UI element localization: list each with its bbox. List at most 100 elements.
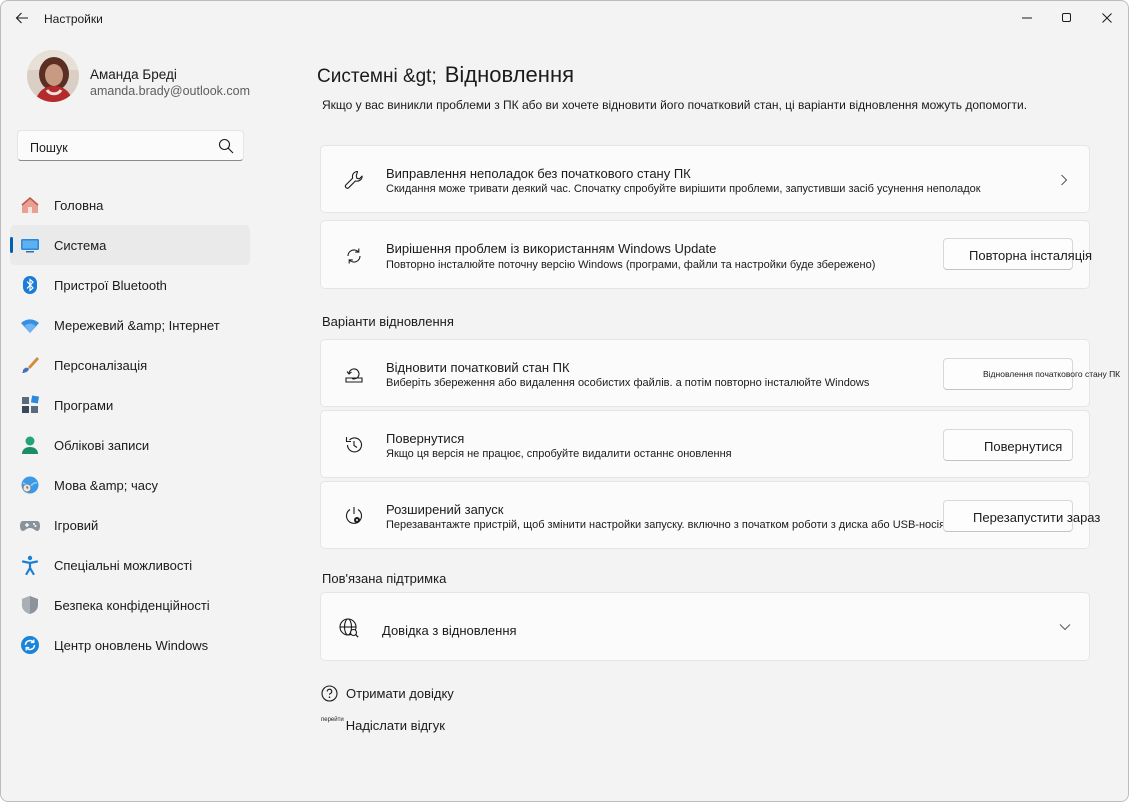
reset-pc-card: Відновити початковий стан ПК Виберіть зб…: [320, 339, 1120, 407]
close-button[interactable]: [1087, 5, 1127, 31]
card-title: Повернутися: [386, 431, 465, 446]
sidebar-item-bluetooth[interactable]: Пристрої Bluetooth: [10, 265, 250, 305]
sidebar-item-accounts[interactable]: Облікові записи: [10, 425, 250, 465]
user-email: amanda.brady@outlook.com: [90, 84, 250, 98]
card-description: Скидання може тривати деякий час. Спочат…: [386, 183, 981, 195]
sidebar-item-home[interactable]: Головна: [10, 185, 250, 225]
sidebar-item-accessibility[interactable]: Спеціальні можливості: [10, 545, 250, 585]
person-icon: [22, 436, 38, 454]
sidebar-item-privacy-security[interactable]: Безпека конфіденційності: [10, 585, 250, 625]
power-gear-icon: [345, 507, 363, 524]
recovery-options-heading: Варіанти відновлення: [322, 314, 454, 329]
gamepad-icon: [20, 521, 40, 531]
sync-icon: [347, 248, 361, 264]
sidebar-item-label: Мережевий &amp; Інтернет: [54, 318, 220, 333]
sidebar-item-label: Спеціальні можливості: [54, 558, 193, 573]
card-title: Довідка з відновлення: [382, 623, 517, 638]
arrow-left-icon: [15, 12, 28, 24]
minimize-button[interactable]: [1007, 5, 1047, 31]
maximize-button[interactable]: [1047, 5, 1087, 31]
get-help-label: Отримати довідку: [346, 686, 454, 701]
help-icon: [321, 685, 338, 702]
sidebar-item-apps[interactable]: Програми: [10, 385, 250, 425]
related-support-heading: Пов'язана підтримка: [322, 571, 447, 586]
card-description: Перезавантажте пристрій, щоб змінити нас…: [386, 519, 943, 531]
sidebar-item-label: Персоналізація: [54, 358, 148, 373]
card-description: Повторно інсталюйте поточну версію Windo…: [386, 259, 876, 271]
card-title: Розширений запуск: [386, 502, 504, 517]
sidebar-item-windows-update[interactable]: Центр оновлень Windows: [10, 625, 250, 665]
system-monitor-icon: [21, 239, 39, 253]
brush-icon: [22, 357, 39, 373]
button-label: Відновлення початкового стану ПК: [983, 369, 1121, 379]
sidebar-item-label: Облікові записи: [54, 438, 150, 453]
button-label: Перезапустити зараз: [973, 510, 1101, 525]
button-label: Повернутися: [984, 439, 1063, 454]
shield-icon: [22, 596, 38, 614]
go-back-button[interactable]: Повернутися: [943, 429, 1073, 461]
reinstall-button[interactable]: Повторна інсталяція: [943, 238, 1092, 270]
advanced-startup-card: Розширений запуск Перезавантажте пристрі…: [320, 481, 1100, 549]
sidebar-item-personalization[interactable]: Персоналізація: [10, 345, 250, 385]
restart-now-button[interactable]: Перезапустити зараз: [943, 500, 1100, 532]
globe-search-icon: [339, 618, 359, 638]
user-name: Аманда Бреді: [90, 67, 177, 82]
title-bar: Настройки: [1, 1, 1128, 35]
apps-icon: [22, 395, 40, 413]
windows-update-card: Вирішення проблем із використанням Windo…: [320, 220, 1092, 289]
accessibility-icon: [21, 555, 39, 575]
card-title: Вирішення проблем із використанням Windo…: [386, 241, 717, 256]
get-help-link[interactable]: Отримати довідку: [321, 685, 454, 702]
windows-update-icon: [21, 636, 39, 654]
maximize-icon: [1062, 13, 1071, 22]
search-input[interactable]: Пошук: [30, 141, 68, 155]
help-recovery-card[interactable]: Довідка з відновлення: [320, 592, 1090, 661]
breadcrumb: Системні &gt; Відновлення: [317, 62, 574, 88]
sidebar-item-label: Програми: [54, 398, 114, 413]
sidebar-item-time-language[interactable]: Мова &amp; часу: [10, 465, 250, 505]
sidebar-item-label: Система: [54, 238, 107, 253]
sidebar-item-gaming[interactable]: Ігровий: [10, 505, 250, 545]
chevron-right-icon: [1061, 174, 1068, 186]
minimize-icon: [1022, 17, 1032, 19]
sidebar-item-label: Пристрої Bluetooth: [54, 278, 167, 293]
chevron-down-icon: [1059, 624, 1071, 631]
search-box[interactable]: Пошук: [17, 130, 244, 161]
bluetooth-icon: [23, 276, 37, 294]
page-description: Якщо у вас виникли проблеми з ПК або ви …: [322, 98, 1028, 112]
card-title: Виправлення неполадок без початкового ст…: [386, 166, 691, 181]
send-feedback-label: Надіслати відгук: [345, 718, 445, 733]
sidebar-item-label: Ігровий: [54, 518, 99, 533]
sidebar-item-label: Центр оновлень Windows: [54, 638, 209, 653]
card-description: Якщо ця версія не працює, спробуйте вида…: [386, 448, 732, 460]
sidebar-item-label: Головна: [54, 198, 104, 213]
avatar[interactable]: [27, 50, 79, 102]
wrench-icon: [344, 170, 363, 189]
troubleshoot-card[interactable]: Виправлення неполадок без початкового ст…: [320, 145, 1090, 213]
sidebar-nav: Головна Система Пристрої Bluetooth Мереж…: [10, 185, 250, 665]
user-photo-icon: [27, 50, 79, 102]
sidebar-item-network[interactable]: Мережевий &amp; Інтернет: [10, 305, 250, 345]
back-button[interactable]: [10, 7, 34, 29]
app-title: Настройки: [44, 12, 103, 26]
home-icon: [21, 197, 39, 213]
search-icon[interactable]: [218, 138, 234, 154]
feedback-icon-label: перейти: [321, 717, 344, 723]
sidebar-item-label: Мова &amp; часу: [54, 478, 158, 493]
close-icon: [1102, 13, 1112, 23]
settings-window: Настройки Аманда Бреді amanda.brady@outl…: [0, 0, 1129, 802]
go-back-card: Повернутися Якщо ця версія не працює, сп…: [320, 410, 1090, 478]
reset-pc-button[interactable]: Відновлення початкового стану ПК: [943, 358, 1120, 390]
history-icon: [345, 437, 363, 453]
wifi-icon: [21, 319, 39, 333]
sidebar-item-system[interactable]: Система: [10, 225, 250, 265]
breadcrumb-parent[interactable]: Системні &gt;: [317, 66, 437, 87]
button-label: Повторна інсталяція: [969, 248, 1093, 263]
page-title: Відновлення: [444, 62, 574, 87]
card-description: Виберіть збереження або видалення особис…: [386, 377, 870, 389]
sidebar-item-label: Безпека конфіденційності: [54, 598, 210, 613]
send-feedback-link[interactable]: перейти Надіслати відгук: [321, 716, 445, 733]
reset-pc-icon: [345, 368, 363, 383]
globe-clock-icon: [21, 476, 39, 494]
selection-indicator: [10, 237, 13, 253]
